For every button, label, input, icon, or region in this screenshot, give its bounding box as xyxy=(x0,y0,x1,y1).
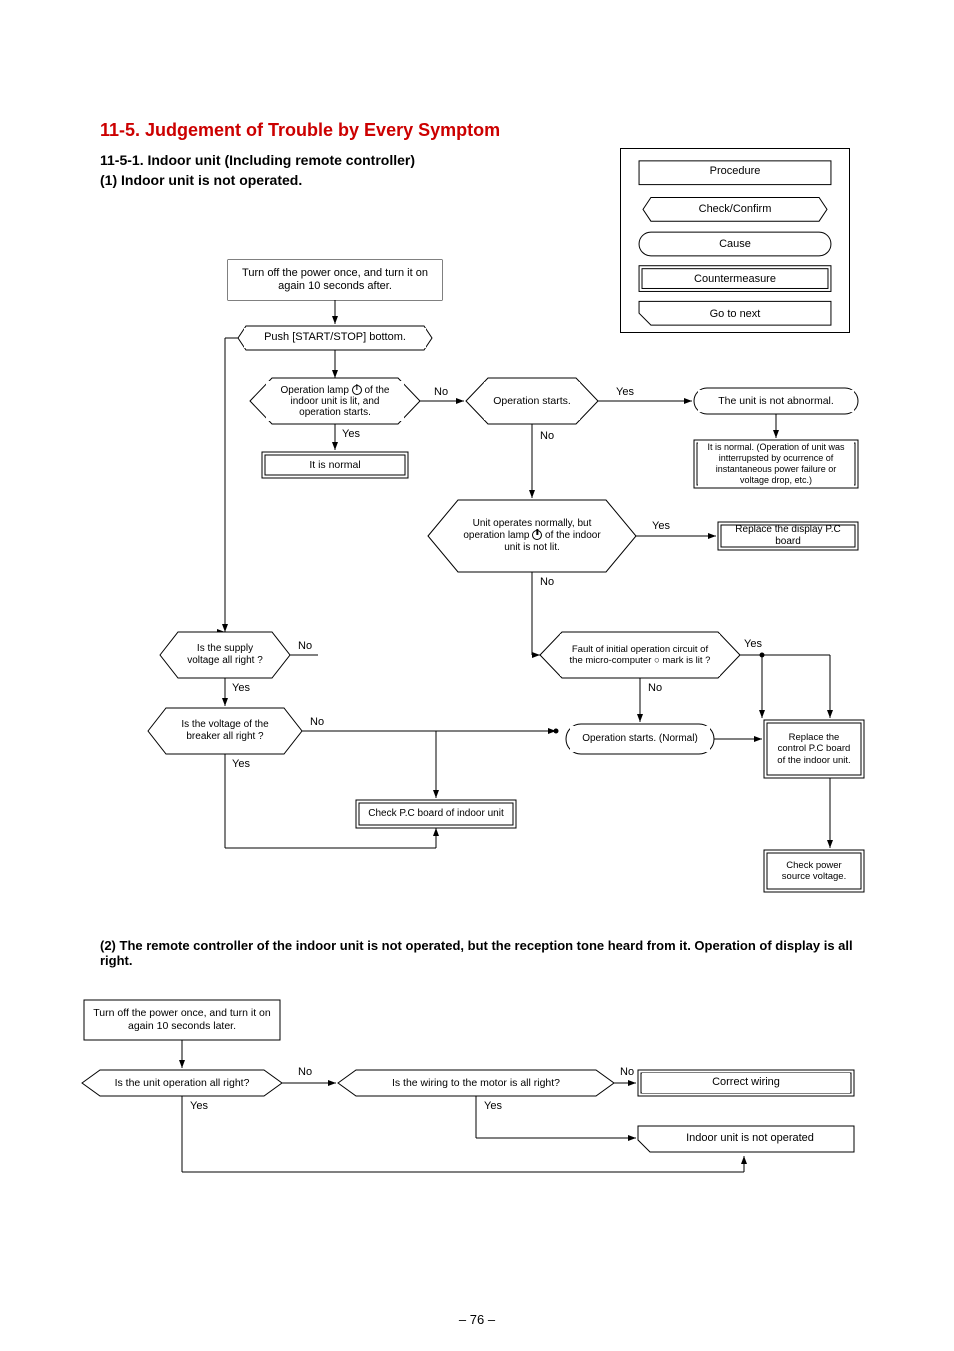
f2-d1: Is the unit operation all right? xyxy=(100,1072,264,1094)
legend-countermeasure: Countermeasure xyxy=(621,273,849,285)
f2-go: Indoor unit is not operated xyxy=(650,1128,850,1150)
edge-yes-6: Yes xyxy=(742,638,764,650)
power-icon xyxy=(532,530,542,540)
edge-no-2: No xyxy=(538,430,556,442)
edge-yes-5: Yes xyxy=(230,758,252,770)
f1-push-start: Push [START/STOP] bottom. xyxy=(244,328,426,348)
f1-d2: Operation starts. xyxy=(484,382,580,420)
f1-it-is-normal: It is normal xyxy=(268,456,402,474)
f2-r1: Correct wiring xyxy=(642,1073,850,1093)
section-title: 11-5. Judgement of Trouble by Every Symp… xyxy=(100,120,500,141)
legend-box: Procedure Check/Confirm Cause Countermea… xyxy=(620,148,850,333)
f1-check-pcb: Check P.C board of indoor unit xyxy=(360,804,512,824)
f1-c1: The unit is not abnormal. xyxy=(698,390,854,412)
edge-no-5: No xyxy=(308,716,326,728)
edge-yes-2: Yes xyxy=(614,386,636,398)
case-title-2: (2) The remote controller of the indoor … xyxy=(100,938,860,968)
f1-d5: Is the voltage of the breaker all right … xyxy=(166,712,284,750)
f1-d3: Unit operates normally, but operation la… xyxy=(456,506,608,566)
f1-r5: Check power source voltage. xyxy=(768,854,860,888)
legend-procedure: Procedure xyxy=(621,165,849,177)
page-number: – 76 – xyxy=(0,1312,954,1327)
legend-cause: Cause xyxy=(621,238,849,250)
f2-edge-yes-1: Yes xyxy=(188,1100,210,1112)
f1-r1: It is normal. (Operation of unit was int… xyxy=(698,442,854,486)
f1-start: Turn off the power once, and turn it on … xyxy=(228,260,442,300)
f2-start: Turn off the power once, and turn it on … xyxy=(86,1002,278,1038)
subsection-title: 11-5-1. Indoor unit (Including remote co… xyxy=(100,152,415,168)
f1-r2: Replace the display P.C board xyxy=(722,526,854,546)
edge-no-1: No xyxy=(432,386,450,398)
f2-edge-no-1: No xyxy=(296,1066,314,1078)
f1-r3: Replace the control P.C board of the ind… xyxy=(768,724,860,774)
edge-yes-3: Yes xyxy=(650,520,672,532)
f1-c2: Operation starts. (Normal) xyxy=(570,726,710,752)
f1-d1: Operation lamp of the indoor unit is lit… xyxy=(266,381,404,421)
power-icon xyxy=(352,385,362,395)
edge-yes-1: Yes xyxy=(340,428,362,440)
legend-check: Check/Confirm xyxy=(621,203,849,215)
case-title-1: (1) Indoor unit is not operated. xyxy=(100,172,302,188)
f2-edge-no-2: No xyxy=(618,1066,636,1078)
f1-d6: Fault of initial operation circuit of th… xyxy=(560,634,720,676)
legend-gonext: Go to next xyxy=(621,308,849,320)
f2-d2: Is the wiring to the motor is all right? xyxy=(356,1072,596,1094)
f2-edge-yes-2: Yes xyxy=(482,1100,504,1112)
edge-yes-4: Yes xyxy=(230,682,252,694)
edge-no-6: No xyxy=(646,682,664,694)
edge-no-3: No xyxy=(538,576,556,588)
edge-no-4: No xyxy=(296,640,314,652)
f1-d4: Is the supply voltage all right ? xyxy=(176,636,274,674)
